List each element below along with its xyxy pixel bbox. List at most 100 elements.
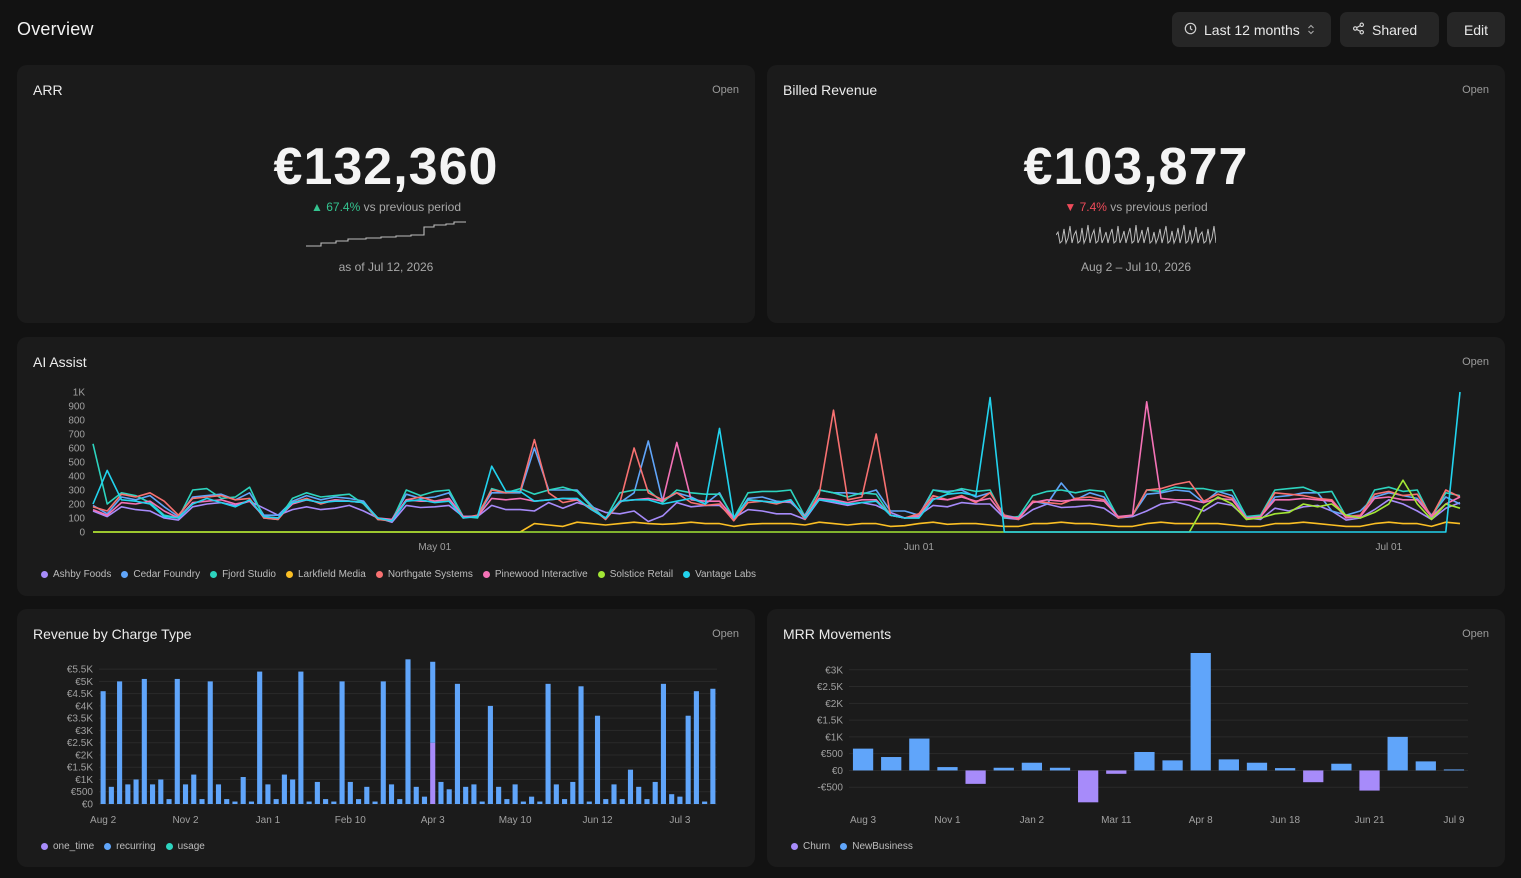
legend-label: Churn [803,841,831,852]
series-line [92,440,1461,521]
share-icon [1352,22,1365,38]
date-range-select[interactable]: Last 12 months [1172,12,1331,47]
legend-dot [104,843,112,850]
bar [108,786,114,804]
bar [677,796,683,804]
x-tick-label: May 10 [499,815,532,826]
ai-legend: Ashby Foods Cedar Foundry Fjord Studio Lark… [41,569,756,580]
legend-item[interactable]: recurring [104,841,156,852]
bar [397,799,403,804]
bar [430,661,436,743]
bar [881,757,902,771]
bar [356,799,362,804]
arr-delta-row: ▲ 67.4% vs previous period [17,200,755,214]
legend-dot [286,571,293,578]
arr-delta-text: vs previous period [363,200,461,214]
y-tick-label: €500 [821,749,844,760]
x-tick-label: Feb 10 [335,815,367,826]
bar [100,691,106,804]
legend-item[interactable]: Fjord Studio [210,569,276,580]
bar [669,794,675,804]
x-tick-label: Apr 3 [421,815,445,826]
legend-label: Cedar Foundry [133,569,201,580]
bar [150,784,156,804]
x-tick-label: Mar 11 [1101,815,1132,826]
legend-item[interactable]: one_time [41,841,94,852]
legend-dot [482,571,490,578]
billed-value: €103,877 [1023,138,1249,196]
bar [1331,763,1352,771]
bar [290,779,296,804]
bar [463,786,469,804]
mrr-movements-chart: -€500 €0 €500 €1K €1.5K €2K €2.5K €3K Aug 3 Nov 1… [817,653,1468,826]
bar [438,781,444,804]
revenue-charge-chart: €0€500€1K€1.5K€2K€2.5K€3K€3.5K€4K€4.5K€5… [67,659,717,826]
billed-open-link[interactable]: Open [1462,84,1489,96]
legend-item[interactable]: Churn [791,841,830,852]
bar [619,799,625,804]
legend-label: one_time [53,841,95,852]
bar [644,799,650,804]
bar [323,799,329,804]
bar [993,767,1014,771]
legend-item[interactable]: NewBusiness [840,841,913,852]
billed-delta-value: 7.4% [1079,200,1107,214]
legend-item[interactable]: Northgate Systems [375,569,473,580]
legend-item[interactable]: Ashby Foods [41,569,111,580]
bar [1415,761,1436,771]
bar [215,784,222,804]
shared-label: Shared [1372,21,1418,38]
shared-button[interactable]: Shared [1340,12,1439,47]
y-tick-label: 100 [68,514,85,525]
arrow-down-icon: ▼ [1064,200,1077,214]
legend-label: Pinewood Interactive [494,569,588,580]
billed-note: Aug 2 – Jul 10, 2026 [1080,260,1192,274]
y-tick-label: €1.5K [817,716,843,727]
ai-assist-card: AI Assist Open 0 100 200 300 400 500 600 700 800… [17,337,1505,596]
legend-label: Vantage Labs [695,569,757,580]
legend-dot [165,843,173,850]
series-line [93,521,1461,533]
rev-legend: one_time recurring usage [41,841,205,852]
bar [117,681,123,804]
legend-item[interactable]: Cedar Foundry [121,569,200,580]
billed-card: Billed Revenue Open €103,877 ▼ 7.4% vs p… [767,65,1505,323]
edit-button[interactable]: Edit [1447,12,1505,47]
bar [405,659,411,804]
bar [660,683,666,804]
arr-open-link[interactable]: Open [712,84,739,96]
bar [314,781,320,804]
date-range-label: Last 12 months [1204,21,1300,38]
legend-item[interactable]: Pinewood Interactive [482,569,588,580]
y-tick-label: €1K [75,775,93,786]
legend-dot [791,843,798,850]
legend-item[interactable]: Larkfield Media [286,569,366,580]
bar [364,786,370,804]
legend-item[interactable]: Solstice Retail [597,569,674,580]
legend-label: Northgate Systems [387,569,473,580]
legend-label: Solstice Retail [609,569,674,580]
y-tick-label: 0 [79,528,85,539]
y-tick-label: €0 [832,766,844,777]
bar [240,777,246,804]
x-tick-label: May 01 [418,542,451,553]
x-tick-label: Jul 3 [669,815,691,826]
y-tick-label: €3K [75,726,93,737]
bar [388,784,395,804]
legend-label: recurring [116,841,156,852]
y-tick-label: €1K [825,732,843,743]
bar [347,781,353,804]
edit-label: Edit [1463,21,1489,38]
x-tick-label: Jun 18 [1270,815,1300,826]
revenue-charge-card: Revenue by Charge Type Open €0 €500 €1K €1.… [17,609,755,867]
x-tick-label: Jan 2 [1020,815,1045,826]
y-tick-label: 400 [68,472,85,483]
bar [537,801,543,804]
y-tick-label: 600 [68,444,85,455]
bar [479,801,485,804]
legend-item[interactable]: Vantage Labs [683,569,756,580]
legend-item[interactable]: usage [165,841,205,852]
y-tick-label: €3.5K [67,714,93,725]
legend-label: Ashby Foods [53,569,112,580]
bar [496,786,502,804]
